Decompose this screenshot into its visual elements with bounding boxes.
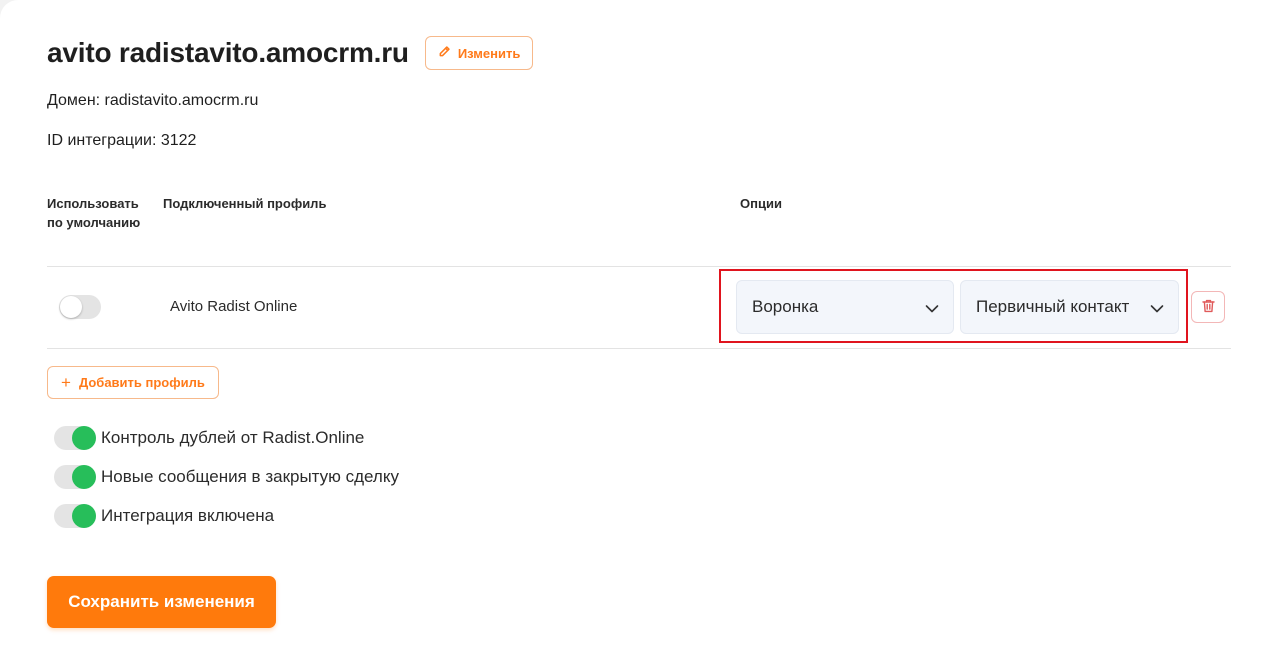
option-integration-enabled: Интеграция включена	[54, 504, 274, 528]
profile-name: Avito Radist Online	[170, 298, 298, 315]
trash-icon	[1201, 299, 1215, 316]
funnel-select[interactable]: Воронка	[736, 280, 954, 334]
default-profile-toggle[interactable]	[59, 295, 101, 319]
table-divider	[47, 348, 1231, 349]
add-profile-label: Добавить профиль	[78, 375, 205, 390]
option-label: Новые сообщения в закрытую сделку	[101, 467, 399, 486]
chevron-down-icon	[924, 300, 940, 316]
funnel-select-value: Воронка	[752, 297, 819, 316]
table-divider	[47, 266, 1231, 267]
duplicate-control-toggle[interactable]	[54, 426, 96, 450]
integration-enabled-toggle[interactable]	[54, 504, 96, 528]
toggle-knob	[72, 465, 96, 489]
option-closed-deal-messages: Новые сообщения в закрытую сделку	[54, 465, 399, 489]
integration-card: avito radistavito.amocrm.ru Изменить Дом…	[0, 0, 1277, 660]
option-label: Интеграция включена	[101, 506, 275, 525]
stage-select-value: Первичный контакт	[976, 297, 1130, 316]
column-header-default: Использовать по умолчанию	[47, 196, 141, 230]
option-label: Контроль дублей от Radist.Online	[101, 428, 365, 447]
option-duplicate-control: Контроль дублей от Radist.Online	[54, 426, 364, 450]
plus-icon: +	[61, 373, 71, 392]
edit-button[interactable]: Изменить	[424, 36, 534, 70]
pencil-icon	[438, 45, 451, 61]
edit-button-label: Изменить	[457, 45, 521, 61]
column-header-options: Опции	[740, 196, 782, 211]
chevron-down-icon	[1149, 300, 1165, 316]
toggle-knob	[60, 296, 82, 318]
integration-id-text: ID интеграции: 3122	[47, 132, 197, 149]
stage-select[interactable]: Первичный контакт	[960, 280, 1179, 334]
add-profile-button[interactable]: + Добавить профиль	[47, 366, 219, 399]
page-title: avito radistavito.amocrm.ru	[47, 37, 409, 68]
save-changes-button[interactable]: Сохранить изменения	[47, 576, 276, 628]
toggle-knob	[72, 504, 96, 528]
title-row: avito radistavito.amocrm.ru Изменить	[47, 36, 534, 70]
toggle-knob	[72, 426, 96, 450]
column-header-profile: Подключенный профиль	[163, 196, 327, 211]
domain-text: Домен: radistavito.amocrm.ru	[47, 92, 259, 109]
delete-profile-button[interactable]	[1191, 291, 1225, 323]
closed-deal-messages-toggle[interactable]	[54, 465, 96, 489]
